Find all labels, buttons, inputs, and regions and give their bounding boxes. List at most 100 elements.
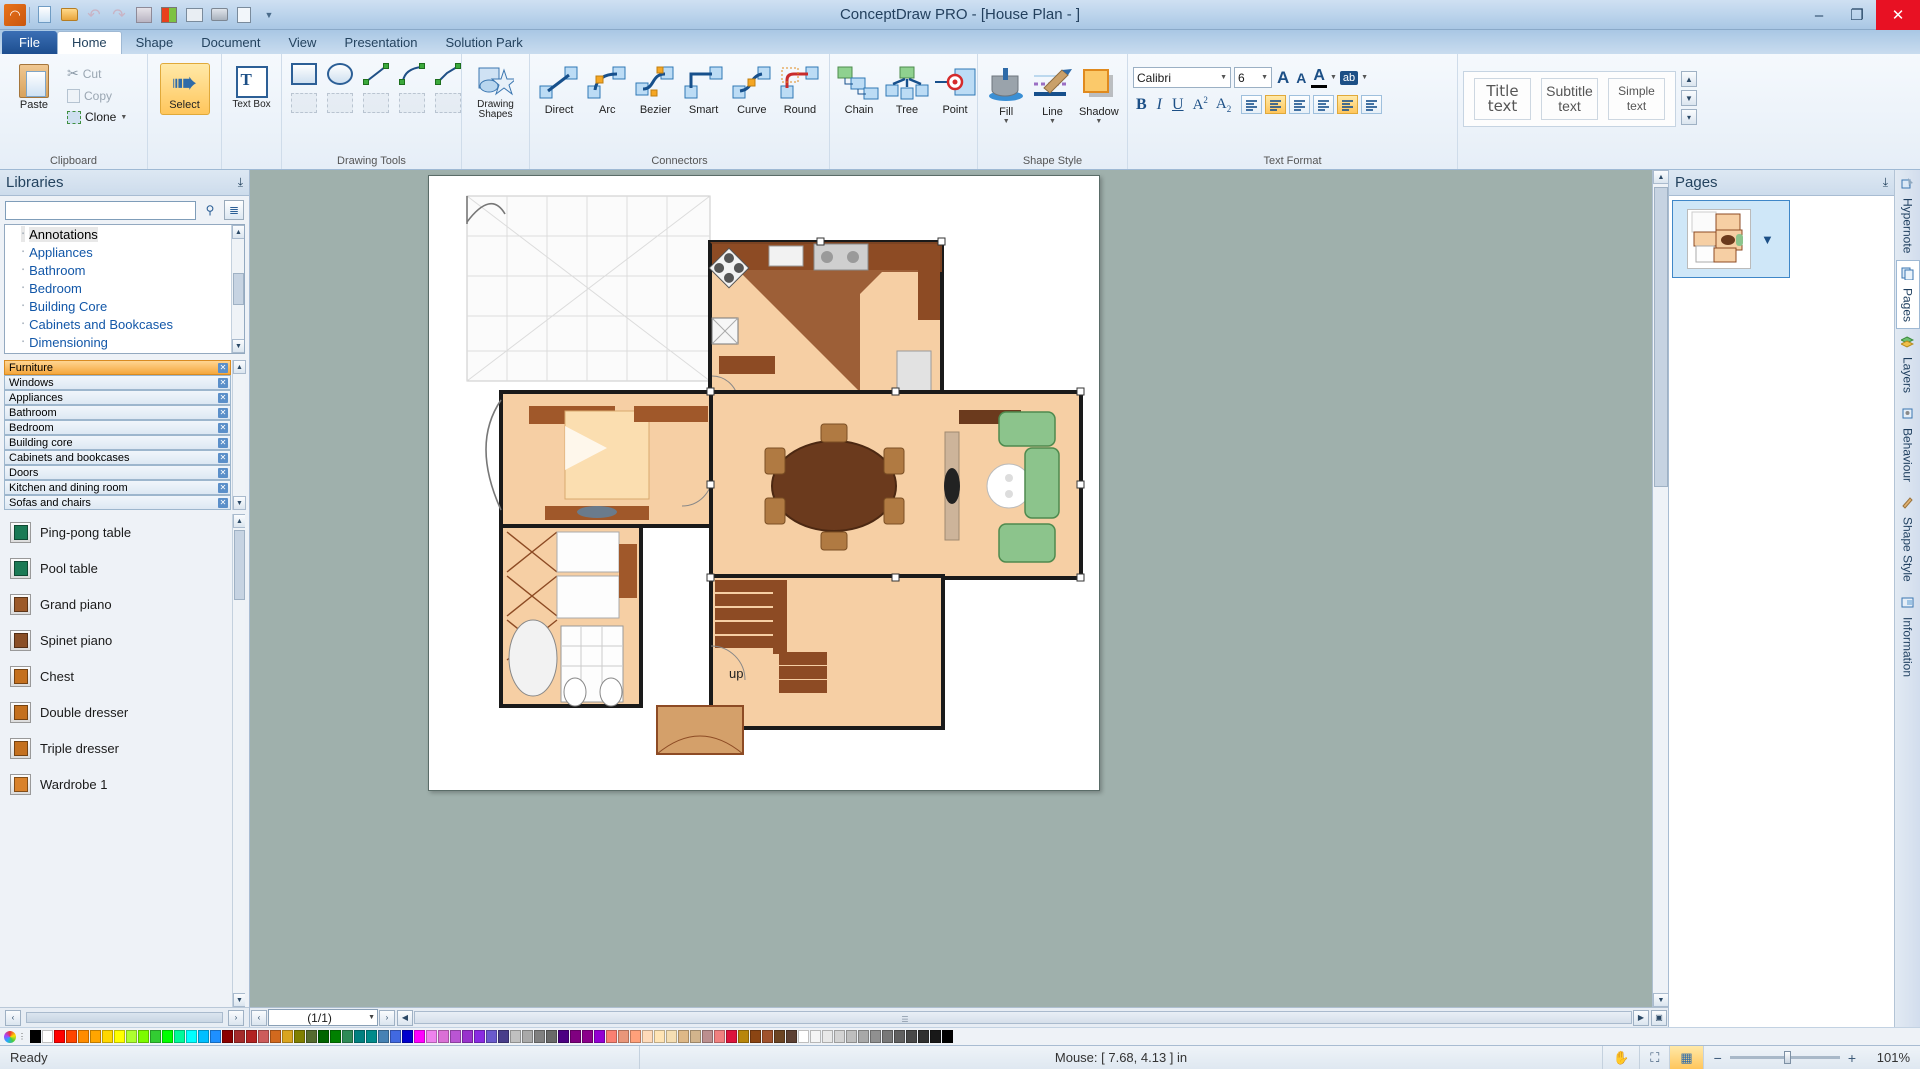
color-swatch[interactable] [810,1030,821,1043]
pages-pin-icon[interactable]: ⤓ [1883,175,1888,190]
align-shapes-icon[interactable] [291,93,317,113]
ellipse-tool-icon[interactable] [327,63,353,85]
tree-scroll-thumb[interactable] [233,273,244,305]
library-tab-close-icon[interactable]: ✕ [218,437,228,448]
library-shape-item[interactable]: Double dresser [4,694,231,730]
color-swatch[interactable] [186,1030,197,1043]
color-swatch[interactable] [414,1030,425,1043]
color-swatch[interactable] [390,1030,401,1043]
library-tree[interactable]: ‧ Annotations ‧ Appliances ‧ Bathroom ‧ Bedroom… [4,224,245,354]
text-box-button[interactable]: T Text Box [227,63,276,113]
tab-view[interactable]: View [274,32,330,54]
color-swatch[interactable] [426,1030,437,1043]
color-swatch[interactable] [882,1030,893,1043]
canvas-viewport[interactable]: up ▲ ▼ [250,170,1668,1007]
open-folder-icon[interactable] [58,4,80,26]
arc-tool-icon[interactable] [399,63,425,85]
new-document-icon[interactable] [33,4,55,26]
cut-button[interactable]: ✂ Cut [63,63,131,84]
library-tab[interactable]: Kitchen and dining room ✕ [4,480,231,495]
color-swatch[interactable] [654,1030,665,1043]
page-dropdown-icon[interactable]: ▼ [368,1014,375,1021]
color-swatch[interactable] [834,1030,845,1043]
fill-dropdown-icon[interactable]: ▼ [1003,118,1010,125]
subscript-button[interactable]: A2 [1214,96,1233,114]
color-swatch[interactable] [102,1030,113,1043]
color-swatch[interactable] [198,1030,209,1043]
color-swatch[interactable] [30,1030,41,1043]
color-swatch[interactable] [162,1030,173,1043]
page-dropdown-arrow-icon[interactable]: ▼ [1761,232,1774,247]
color-swatch[interactable] [126,1030,137,1043]
distribute-shapes-icon[interactable] [327,93,353,113]
structure-tree-button[interactable]: Tree [883,63,931,119]
line-button[interactable]: Line ▼ [1029,63,1075,128]
align-top-button[interactable] [1313,95,1335,114]
print-icon[interactable] [208,4,230,26]
superscript-button[interactable]: A2 [1191,95,1210,114]
line-tool-icon[interactable] [363,63,389,85]
library-tab[interactable]: Doors ✕ [4,465,231,480]
color-swatch[interactable] [570,1030,581,1043]
color-swatch[interactable] [378,1030,389,1043]
shapes-scroll-up-icon[interactable]: ▲ [233,514,245,528]
library-tree-item[interactable]: ‧ Appliances [5,243,244,261]
library-shapes-list[interactable]: Ping-pong table Pool table Grand piano Spin… [4,514,245,1007]
color-swatch[interactable] [942,1030,953,1043]
library-tree-item[interactable]: ‧ Annotations [5,225,244,243]
shadow-button[interactable]: Shadow ▼ [1076,63,1122,128]
library-tabs-scrollbar[interactable]: ▲ ▼ [232,360,246,510]
color-swatch[interactable] [354,1030,365,1043]
color-swatch[interactable] [750,1030,761,1043]
join-shapes-icon[interactable] [363,93,389,113]
app-logo-icon[interactable]: ◠ [4,3,26,26]
color-swatch[interactable] [486,1030,497,1043]
library-view-toggle-button[interactable]: ≣ [224,200,244,220]
line-dropdown-icon[interactable]: ▼ [1049,118,1056,125]
library-tab[interactable]: Furniture ✕ [4,360,231,375]
library-tab[interactable]: Cabinets and bookcases ✕ [4,450,231,465]
tab-solution-park[interactable]: Solution Park [431,32,536,54]
paste-button[interactable]: Paste [5,61,63,114]
palette-menu-icon[interactable]: ⋮ [18,1032,26,1041]
styles-scroll-up-button[interactable]: ▲ [1681,71,1697,87]
drawing-sheet[interactable]: up [428,175,1100,791]
bold-button[interactable]: B [1133,96,1150,114]
structure-point-button[interactable]: Point [931,63,979,119]
fit-page-button[interactable]: ▣ [1651,1009,1667,1026]
shadow-dropdown-icon[interactable]: ▼ [1095,118,1102,125]
hscroll-left-button[interactable]: ◀ [397,1009,413,1026]
color-swatch[interactable] [474,1030,485,1043]
minimize-button[interactable]: – [1800,0,1838,30]
library-tab[interactable]: Bathroom ✕ [4,405,231,420]
color-swatch[interactable] [798,1030,809,1043]
page-next-button[interactable]: › [379,1009,395,1026]
side-tab-shape-style[interactable]: Shape Style [1896,489,1920,589]
color-swatch[interactable] [822,1030,833,1043]
connector-arc-button[interactable]: Arc [583,63,631,119]
library-tree-item[interactable]: ‧ Building Core [5,297,244,315]
library-next-button[interactable]: › [228,1009,244,1026]
customize-qat-icon[interactable]: ▼ [258,4,280,26]
library-tab-close-icon[interactable]: ✕ [218,407,228,418]
color-swatch[interactable] [690,1030,701,1043]
styles-scroll-down-button[interactable]: ▼ [1681,90,1697,106]
color-swatch[interactable] [270,1030,281,1043]
clone-dropdown-icon[interactable]: ▼ [120,114,127,121]
undo-icon[interactable]: ↶ [83,4,105,26]
color-swatch[interactable] [546,1030,557,1043]
tree-scroll-up-icon[interactable]: ▲ [232,225,244,239]
color-swatch[interactable] [738,1030,749,1043]
color-swatch[interactable] [294,1030,305,1043]
shapes-scrollbar[interactable]: ▲ ▼ [232,514,245,1007]
export-icon[interactable] [183,4,205,26]
color-swatch[interactable] [618,1030,629,1043]
zoom-slider-knob[interactable] [1783,1051,1791,1064]
zoom-out-button[interactable]: − [1714,1050,1722,1066]
color-swatch[interactable] [90,1030,101,1043]
page-thumbnail[interactable]: ▼ [1672,200,1790,278]
redo-icon[interactable]: ↷ [108,4,130,26]
color-palette-icon[interactable] [158,4,180,26]
tree-scroll-down-icon[interactable]: ▼ [232,339,244,353]
palette-options-icon[interactable] [4,1030,16,1043]
